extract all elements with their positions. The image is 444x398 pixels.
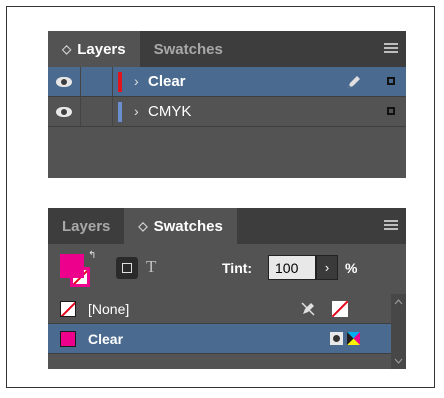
swatch-name: [None] [88, 301, 130, 317]
visibility-toggle[interactable] [48, 67, 81, 96]
lock-toggle[interactable] [80, 67, 113, 96]
selection-indicator[interactable] [387, 77, 395, 85]
panel-menu-icon[interactable] [384, 43, 398, 53]
tab-swatches-label: Swatches [153, 40, 223, 58]
eye-icon [56, 76, 72, 87]
layer-row-clear[interactable]: › Clear [48, 67, 406, 97]
swatches-panel: Layers ◇ Swatches ↰ T Tint: › % [None] [48, 208, 406, 369]
swatches-scrollbar[interactable] [391, 294, 406, 369]
selection-indicator[interactable] [387, 107, 395, 115]
tint-label: Tint: [222, 260, 253, 276]
layer-name[interactable]: CMYK [148, 103, 191, 120]
container-square-icon [122, 263, 132, 273]
swatch-name: Clear [88, 331, 124, 347]
eye-icon [56, 106, 72, 117]
tint-stepper-button[interactable]: › [316, 255, 338, 280]
tab-layers-label: Layers [62, 217, 111, 235]
swatches-toolbar: ↰ T Tint: › % [48, 244, 406, 294]
formatting-text-button[interactable]: T [146, 257, 156, 277]
pen-icon [348, 76, 360, 88]
expand-arrow-icon[interactable]: › [134, 103, 139, 119]
swap-arrow-icon[interactable]: ↰ [88, 250, 96, 261]
swatch-row-clear[interactable]: Clear [48, 324, 406, 354]
lock-toggle[interactable] [80, 97, 113, 126]
tab-swatches-label: Swatches [153, 217, 223, 235]
fill-swatch[interactable] [60, 254, 84, 278]
swatches-list: [None] Clear [48, 294, 406, 369]
layer-name[interactable]: Clear [148, 73, 186, 90]
layer-color-bar [118, 72, 122, 92]
tab-layers[interactable]: Layers [48, 208, 124, 244]
expand-arrow-icon[interactable]: › [134, 73, 139, 89]
scroll-up-icon[interactable] [394, 298, 403, 307]
no-edit-pencil-icon [301, 302, 315, 316]
layer-color-bar [118, 102, 122, 122]
layers-panel-tabbar: ◇ Layers Swatches [48, 31, 406, 67]
none-swatch-chip [60, 301, 76, 317]
collapse-chevron-icon[interactable]: ◇ [138, 219, 147, 233]
layer-row-cmyk[interactable]: › CMYK [48, 97, 406, 127]
tab-layers-label: Layers [77, 40, 126, 58]
collapse-chevron-icon[interactable]: ◇ [62, 42, 71, 56]
visibility-toggle[interactable] [48, 97, 81, 126]
panel-menu-icon[interactable] [384, 220, 398, 230]
swatch-row-none[interactable]: [None] [48, 294, 406, 324]
formatting-container-button[interactable] [116, 257, 138, 279]
tint-input[interactable] [268, 255, 316, 280]
tab-swatches[interactable]: Swatches [140, 31, 237, 67]
spot-color-icon [330, 332, 343, 345]
layers-panel: ◇ Layers Swatches › Clear › CMYK [48, 31, 406, 178]
scroll-down-icon[interactable] [394, 356, 403, 365]
swatches-panel-tabbar: Layers ◇ Swatches [48, 208, 406, 244]
tab-layers[interactable]: ◇ Layers [48, 31, 140, 67]
percent-label: % [345, 260, 358, 276]
cmyk-mode-icon [347, 332, 360, 345]
magenta-swatch-chip [60, 331, 76, 347]
tab-swatches[interactable]: ◇ Swatches [124, 208, 237, 244]
none-indicator-icon [332, 301, 348, 317]
